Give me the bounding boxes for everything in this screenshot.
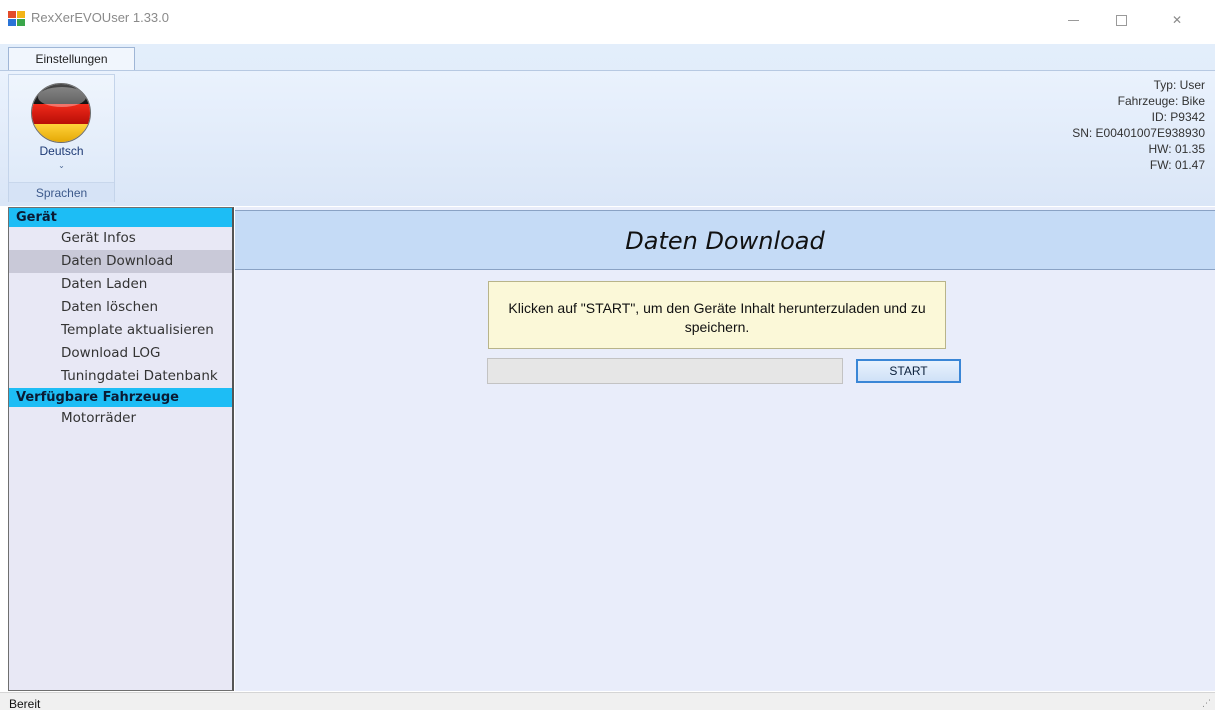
window-title: RexXerEVOUser 1.33.0 — [31, 10, 170, 25]
nav-item-template-aktualisieren[interactable]: Template aktualisieren — [9, 319, 232, 342]
main-content: Daten Download Klicken auf "START", um d… — [235, 207, 1215, 691]
minimize-icon — [1067, 20, 1079, 21]
language-button-label[interactable]: Deutsch — [9, 144, 114, 158]
minimize-button[interactable] — [1056, 6, 1090, 34]
device-vehicles: Fahrzeuge: Bike — [1117, 94, 1205, 108]
group-label-sprachen: Sprachen — [9, 182, 114, 202]
ribbon-panel: Deutsch ⌄ Sprachen Typ: User Fahrzeuge: … — [0, 70, 1215, 206]
sidebar: Gerät Gerät Infos Daten Download Daten L… — [8, 207, 234, 691]
nav-item-daten-loeschen[interactable]: Daten löschen — [9, 296, 232, 319]
title-bar: RexXerEVOUser 1.33.0 ✕ — [0, 0, 1215, 44]
close-button[interactable]: ✕ — [1160, 6, 1194, 34]
nav-item-motorraeder[interactable]: Motorräder — [9, 407, 232, 430]
nav-item-tuningdatei-datenbank[interactable]: Tuningdatei Datenbank — [9, 365, 232, 388]
status-text: Bereit — [9, 697, 41, 710]
info-message: Klicken auf "START", um den Geräte Inhal… — [488, 281, 946, 349]
nav-item-geraet-infos[interactable]: Gerät Infos — [9, 227, 232, 250]
device-serial: SN: E00401007E938930 — [1072, 126, 1205, 140]
status-bar: Bereit ⋰ — [0, 692, 1215, 710]
nav-section-verfuegbare-fahrzeuge[interactable]: Verfügbare Fahrzeuge — [9, 388, 232, 407]
device-type: Typ: User — [1153, 78, 1205, 92]
nav-item-daten-laden[interactable]: Daten Laden — [9, 273, 232, 296]
download-progress-bar — [487, 358, 843, 384]
chevron-down-icon[interactable]: ⌄ — [9, 161, 114, 170]
germany-flag-icon[interactable] — [31, 83, 91, 143]
device-id: ID: P9342 — [1151, 110, 1205, 124]
device-info: Typ: User Fahrzeuge: Bike ID: P9342 SN: … — [1072, 77, 1205, 173]
nav-item-daten-download[interactable]: Daten Download — [9, 250, 232, 273]
device-hw: HW: 01.35 — [1148, 142, 1205, 156]
device-fw: FW: 01.47 — [1149, 158, 1205, 172]
page-title: Daten Download — [235, 210, 1215, 270]
app-icon — [8, 11, 25, 26]
maximize-icon — [1115, 15, 1127, 26]
language-group: Deutsch ⌄ Sprachen — [8, 74, 115, 202]
tab-einstellungen[interactable]: Einstellungen — [8, 47, 135, 71]
start-button[interactable]: START — [856, 359, 961, 383]
ribbon: Einstellungen Deutsch ⌄ Sprachen Typ: Us… — [0, 44, 1215, 206]
close-icon: ✕ — [1171, 13, 1183, 27]
nav-section-geraet[interactable]: Gerät — [9, 208, 232, 227]
maximize-button[interactable] — [1104, 6, 1138, 34]
resize-grip-icon[interactable]: ⋰ — [1202, 699, 1211, 709]
nav-item-download-log[interactable]: Download LOG — [9, 342, 232, 365]
